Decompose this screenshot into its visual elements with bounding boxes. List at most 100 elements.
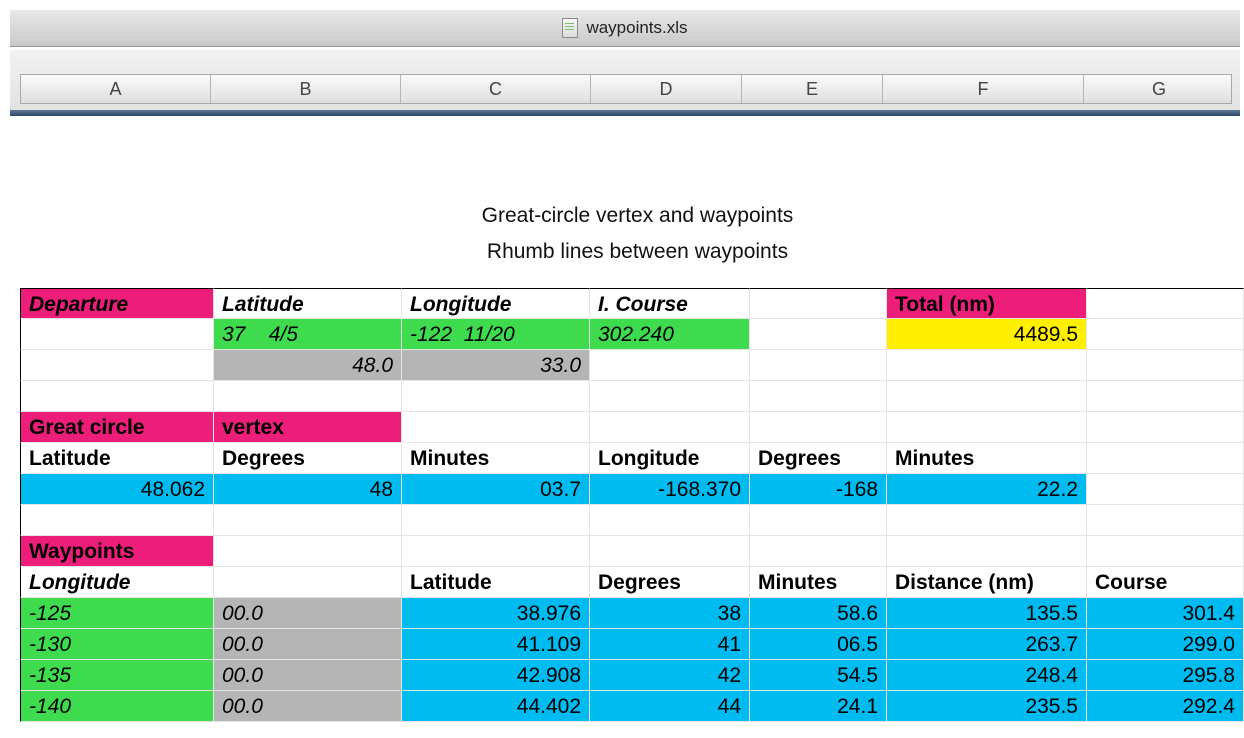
cell-waypoint-header[interactable]: Distance (nm)	[887, 567, 1087, 598]
cell-waypoint-lat-minutes[interactable]: 58.6	[750, 598, 887, 629]
cell-waypoint-degrees[interactable]: 41	[590, 629, 750, 660]
cell-waypoint-longitude[interactable]: -125	[20, 598, 214, 629]
cell-empty[interactable]	[402, 381, 590, 412]
cell-vertex-value[interactable]: 03.7	[402, 474, 590, 505]
cell-great-circle-label[interactable]: Great circle	[20, 412, 214, 443]
column-header-f[interactable]: F	[883, 75, 1084, 103]
cell-waypoint-course[interactable]: 299.0	[1087, 629, 1244, 660]
cell-empty[interactable]	[20, 505, 214, 536]
cell-empty[interactable]	[887, 381, 1087, 412]
cell-waypoint-latitude[interactable]: 41.109	[402, 629, 590, 660]
cell-vertex-label[interactable]: vertex	[214, 412, 402, 443]
cell-waypoint-latitude[interactable]: 38.976	[402, 598, 590, 629]
cell-waypoint-lat-minutes[interactable]: 24.1	[750, 691, 887, 722]
cell-vertex-header[interactable]: Degrees	[750, 443, 887, 474]
cell-waypoint-course[interactable]: 301.4	[1087, 598, 1244, 629]
cell-waypoint-minutes[interactable]: 00.0	[214, 691, 402, 722]
cell-empty[interactable]	[1087, 412, 1244, 443]
cell-waypoint-degrees[interactable]: 44	[590, 691, 750, 722]
column-header-c[interactable]: C	[401, 75, 591, 103]
cell-empty[interactable]	[887, 412, 1087, 443]
cell-vertex-value[interactable]: 22.2	[887, 474, 1087, 505]
cell-empty[interactable]	[750, 505, 887, 536]
cell-vertex-header[interactable]: Minutes	[402, 443, 590, 474]
cell-total-header[interactable]: Total (nm)	[887, 288, 1087, 319]
cell-empty[interactable]	[214, 567, 402, 598]
cell-waypoint-degrees[interactable]: 42	[590, 660, 750, 691]
cell-empty[interactable]	[887, 505, 1087, 536]
cell-waypoint-longitude[interactable]: -140	[20, 691, 214, 722]
cell-empty[interactable]	[750, 412, 887, 443]
cell-waypoint-lat-minutes[interactable]: 06.5	[750, 629, 887, 660]
cell-waypoint-minutes[interactable]: 00.0	[214, 598, 402, 629]
cell-empty[interactable]	[20, 319, 214, 350]
cell-longitude-header[interactable]: Longitude	[402, 288, 590, 319]
cell-waypoint-course[interactable]: 292.4	[1087, 691, 1244, 722]
cell-waypoint-longitude[interactable]: -130	[20, 629, 214, 660]
cell-empty[interactable]	[1087, 536, 1244, 567]
cell-waypoint-lat-minutes[interactable]: 54.5	[750, 660, 887, 691]
cell-empty[interactable]	[590, 505, 750, 536]
cell-empty[interactable]	[590, 412, 750, 443]
cell-waypoint-minutes[interactable]: 00.0	[214, 660, 402, 691]
cell-empty[interactable]	[1087, 288, 1244, 319]
cell-waypoint-header[interactable]: Longitude	[20, 567, 214, 598]
cell-waypoints-label[interactable]: Waypoints	[20, 536, 214, 567]
cell-empty[interactable]	[402, 412, 590, 443]
cell-empty[interactable]	[214, 505, 402, 536]
column-header-e[interactable]: E	[742, 75, 883, 103]
cell-empty[interactable]	[1087, 381, 1244, 412]
cell-empty[interactable]	[887, 536, 1087, 567]
cell-waypoint-longitude[interactable]: -135	[20, 660, 214, 691]
cell-vertex-header[interactable]: Longitude	[590, 443, 750, 474]
cell-empty[interactable]	[590, 536, 750, 567]
cell-empty[interactable]	[20, 350, 214, 381]
cell-vertex-header[interactable]: Latitude	[20, 443, 214, 474]
cell-empty[interactable]	[750, 536, 887, 567]
column-header-d[interactable]: D	[591, 75, 742, 103]
cell-empty[interactable]	[750, 288, 887, 319]
cell-waypoint-minutes[interactable]: 00.0	[214, 629, 402, 660]
cell-vertex-header[interactable]: Degrees	[214, 443, 402, 474]
cell-waypoint-header[interactable]: Degrees	[590, 567, 750, 598]
cell-waypoint-degrees[interactable]: 38	[590, 598, 750, 629]
cell-empty[interactable]	[20, 381, 214, 412]
cell-waypoint-distance[interactable]: 248.4	[887, 660, 1087, 691]
cell-waypoint-latitude[interactable]: 42.908	[402, 660, 590, 691]
cell-latitude-minutes[interactable]: 48.0	[214, 350, 402, 381]
cell-departure-latitude[interactable]: 37 4/5	[214, 319, 402, 350]
cell-empty[interactable]	[1087, 319, 1244, 350]
cell-longitude-minutes[interactable]: 33.0	[402, 350, 590, 381]
cell-empty[interactable]	[750, 381, 887, 412]
cell-empty[interactable]	[590, 381, 750, 412]
column-header-b[interactable]: B	[211, 75, 401, 103]
cell-empty[interactable]	[402, 505, 590, 536]
cell-latitude-header[interactable]: Latitude	[214, 288, 402, 319]
column-header-a[interactable]: A	[21, 75, 211, 103]
cell-empty[interactable]	[1087, 350, 1244, 381]
cell-vertex-value[interactable]: -168	[750, 474, 887, 505]
column-header-g[interactable]: G	[1084, 75, 1234, 103]
cell-empty[interactable]	[402, 536, 590, 567]
cell-vertex-value[interactable]: 48	[214, 474, 402, 505]
cell-waypoint-latitude[interactable]: 44.402	[402, 691, 590, 722]
cell-vertex-value[interactable]: 48.062	[20, 474, 214, 505]
cell-vertex-header[interactable]: Minutes	[887, 443, 1087, 474]
cell-vertex-value[interactable]: -168.370	[590, 474, 750, 505]
cell-empty[interactable]	[1087, 474, 1244, 505]
cell-empty[interactable]	[214, 536, 402, 567]
cell-waypoint-course[interactable]: 295.8	[1087, 660, 1244, 691]
cell-initial-course[interactable]: 302.240	[590, 319, 750, 350]
cell-departure-longitude[interactable]: -122 11/20	[402, 319, 590, 350]
cell-empty[interactable]	[1087, 443, 1244, 474]
cell-waypoint-header[interactable]: Latitude	[402, 567, 590, 598]
cell-empty[interactable]	[750, 350, 887, 381]
cell-empty[interactable]	[214, 381, 402, 412]
cell-waypoint-distance[interactable]: 135.5	[887, 598, 1087, 629]
cell-empty[interactable]	[1087, 505, 1244, 536]
cell-waypoint-header[interactable]: Minutes	[750, 567, 887, 598]
cell-empty[interactable]	[750, 319, 887, 350]
cell-empty[interactable]	[590, 350, 750, 381]
cell-waypoint-distance[interactable]: 235.5	[887, 691, 1087, 722]
cell-empty[interactable]	[887, 350, 1087, 381]
